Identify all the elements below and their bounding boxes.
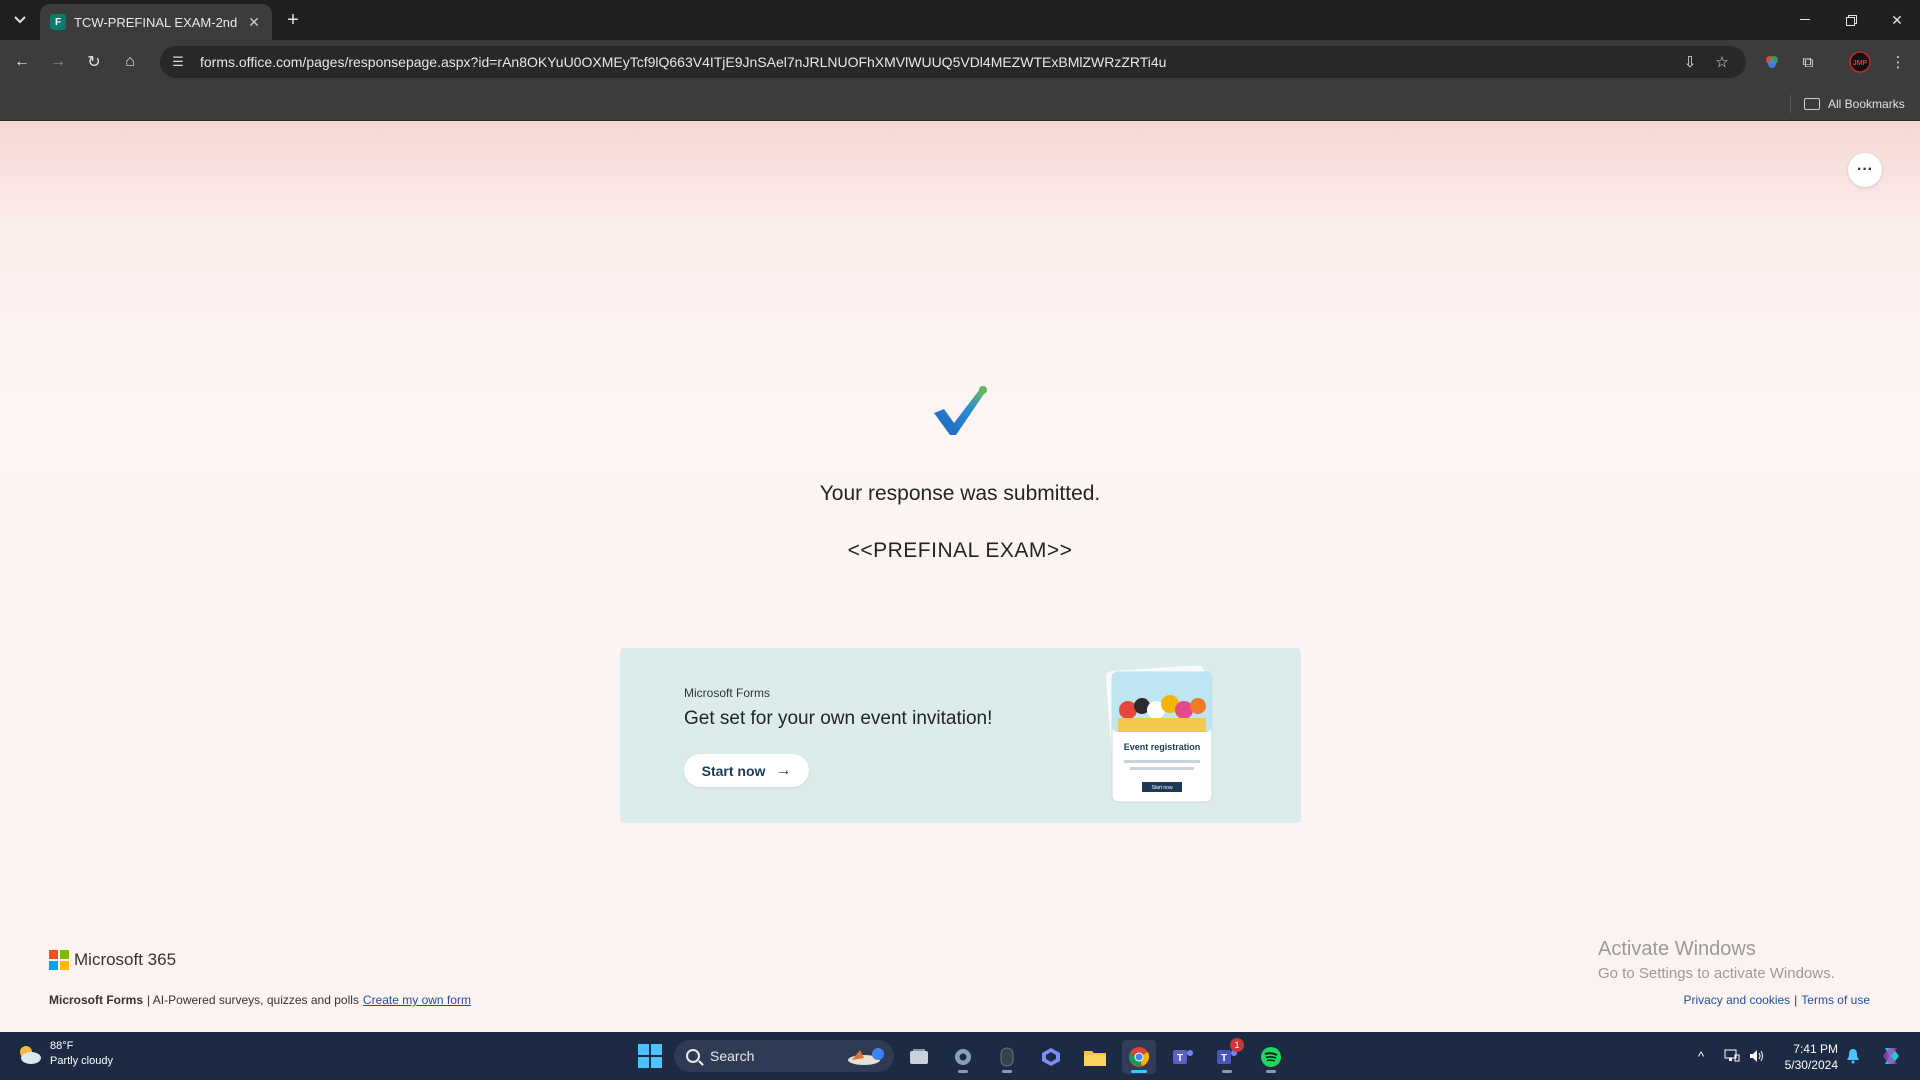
- browser-tab-bar: F TCW-PREFINAL EXAM-2nd SEM ✕ + ✕: [0, 0, 1920, 40]
- start-now-button[interactable]: Start now →: [684, 754, 809, 787]
- microsoft-365-logo[interactable]: Microsoft 365: [49, 950, 176, 970]
- bookmark-star-icon[interactable]: ☆: [1710, 50, 1734, 74]
- app-open-indicator: [958, 1070, 968, 1073]
- clock-date: 5/30/2024: [1784, 1058, 1838, 1072]
- site-info-icon[interactable]: ☰: [164, 48, 192, 76]
- activate-subtitle: Go to Settings to activate Windows.: [1598, 965, 1835, 982]
- app-open-indicator: [1002, 1070, 1012, 1073]
- more-options-button[interactable]: ···: [1848, 153, 1882, 187]
- all-bookmarks-label: All Bookmarks: [1828, 97, 1905, 111]
- weather-condition: Partly cloudy: [50, 1055, 113, 1067]
- footer-left: Microsoft Forms | AI-Powered surveys, qu…: [49, 993, 471, 1007]
- profile-initials: JMP: [1853, 60, 1868, 67]
- clock-time: 7:41 PM: [1793, 1042, 1838, 1056]
- footer-product: Microsoft Forms: [49, 993, 144, 1007]
- address-bar[interactable]: ☰ forms.office.com/pages/responsepage.as…: [160, 46, 1746, 78]
- teams-work-icon[interactable]: T 1: [1210, 1038, 1244, 1074]
- card-button-label: Start now: [1151, 785, 1173, 791]
- spotify-icon[interactable]: [1254, 1040, 1288, 1074]
- app-open-indicator: [1131, 1070, 1147, 1073]
- event-registration-illustration: Event registration Start now: [1106, 666, 1213, 803]
- terms-link[interactable]: Terms of use: [1801, 993, 1870, 1007]
- notification-badge: 1: [1230, 1038, 1244, 1052]
- reload-icon[interactable]: ↻: [80, 48, 108, 76]
- settings-gear-icon[interactable]: [946, 1040, 980, 1074]
- back-arrow-icon[interactable]: ←: [8, 48, 36, 76]
- bookmarks-bar: All Bookmarks: [0, 85, 1920, 121]
- home-icon[interactable]: ⌂: [116, 48, 144, 76]
- microsoft-logo-icon: [49, 950, 69, 970]
- browser-toolbar: ← → ↻ ⌂ ☰ forms.office.com/pages/respons…: [0, 40, 1920, 85]
- system-clock[interactable]: 7:41 PM 5/30/2024: [1774, 1041, 1838, 1073]
- footer-tagline: | AI-Powered surveys, quizzes and polls: [147, 993, 359, 1007]
- browser-menu-icon[interactable]: ⋮: [1884, 48, 1912, 76]
- create-form-link[interactable]: Create my own form: [363, 993, 471, 1007]
- app-open-indicator: [1222, 1070, 1232, 1073]
- activate-title: Activate Windows: [1598, 938, 1756, 960]
- search-label: Search: [710, 1048, 755, 1064]
- volume-icon[interactable]: [1746, 1044, 1768, 1068]
- microsoft-365-label: Microsoft 365: [74, 950, 177, 969]
- install-app-icon[interactable]: ⇩: [1678, 50, 1702, 74]
- forward-arrow-icon[interactable]: →: [44, 48, 72, 76]
- footer-separator: |: [1794, 993, 1798, 1007]
- folder-icon: [1804, 98, 1820, 110]
- network-icon[interactable]: [1721, 1044, 1743, 1068]
- activate-windows-watermark: Activate Windows Go to Settings to activ…: [1598, 938, 1835, 982]
- promo-banner: Microsoft Forms Get set for your own eve…: [620, 648, 1301, 823]
- promo-title: Get set for your own event invitation!: [684, 708, 993, 729]
- tab-title: TCW-PREFINAL EXAM-2nd SEM: [74, 14, 240, 30]
- confirmation-message: Your response was submitted.: [819, 482, 1101, 505]
- extensions-puzzle-icon[interactable]: ⧉: [1794, 48, 1822, 76]
- show-hidden-icons-chevron-icon[interactable]: ^: [1690, 1044, 1712, 1068]
- task-view-icon[interactable]: [902, 1040, 936, 1074]
- profile-avatar[interactable]: JMP: [1846, 48, 1874, 76]
- windows-start-icon[interactable]: [638, 1044, 662, 1068]
- notifications-bell-icon[interactable]: [1842, 1044, 1864, 1068]
- url-text[interactable]: forms.office.com/pages/responsepage.aspx…: [200, 54, 1166, 70]
- forms-response-page: ··· Your response was submitted. <<PREFI…: [0, 121, 1920, 1032]
- checkmark-icon: [934, 386, 987, 435]
- arrow-right-icon: →: [775, 761, 792, 779]
- new-tab-button[interactable]: +: [282, 9, 304, 31]
- footer-right: Privacy and cookies | Terms of use: [1683, 993, 1870, 1007]
- partly-cloudy-icon: [16, 1043, 42, 1065]
- search-highlight-icon: [848, 1048, 884, 1065]
- svg-text:T: T: [1221, 1053, 1227, 1064]
- teams-icon[interactable]: T: [1166, 1040, 1200, 1074]
- all-bookmarks-button[interactable]: All Bookmarks: [1804, 93, 1905, 115]
- windows-taskbar: 88°F Partly cloudy Search T T 1 ^ 7:41 P…: [0, 1032, 1920, 1080]
- temperature: 88°F: [50, 1040, 74, 1052]
- browser-tab[interactable]: F TCW-PREFINAL EXAM-2nd SEM ✕: [40, 4, 272, 40]
- privacy-link[interactable]: Privacy and cookies: [1683, 993, 1790, 1007]
- copilot-tray-icon[interactable]: [1876, 1044, 1906, 1068]
- card-title: Event registration: [1124, 742, 1201, 752]
- taskbar-search[interactable]: Search: [674, 1040, 894, 1072]
- mouse-app-icon[interactable]: [990, 1040, 1024, 1074]
- minimize-button[interactable]: [1782, 0, 1828, 40]
- copilot-icon[interactable]: [1034, 1040, 1068, 1074]
- search-icon: [686, 1049, 700, 1063]
- forms-favicon-icon: F: [50, 14, 66, 30]
- tab-search-icon[interactable]: [8, 8, 32, 32]
- bookmarks-divider: [1790, 95, 1791, 113]
- svg-text:T: T: [1177, 1053, 1183, 1064]
- promo-brand: Microsoft Forms: [684, 686, 771, 700]
- app-open-indicator: [1266, 1070, 1276, 1073]
- tab-close-icon[interactable]: ✕: [246, 14, 262, 31]
- form-title: <<PREFINAL EXAM>>: [847, 539, 1073, 562]
- weather-widget[interactable]: 88°F Partly cloudy: [16, 1039, 113, 1069]
- close-window-button[interactable]: ✕: [1874, 0, 1920, 40]
- restore-button[interactable]: [1828, 0, 1874, 40]
- start-now-label: Start now: [701, 762, 766, 779]
- color-extension-icon[interactable]: [1758, 48, 1786, 76]
- chrome-icon[interactable]: [1122, 1040, 1156, 1074]
- file-explorer-icon[interactable]: [1078, 1040, 1112, 1074]
